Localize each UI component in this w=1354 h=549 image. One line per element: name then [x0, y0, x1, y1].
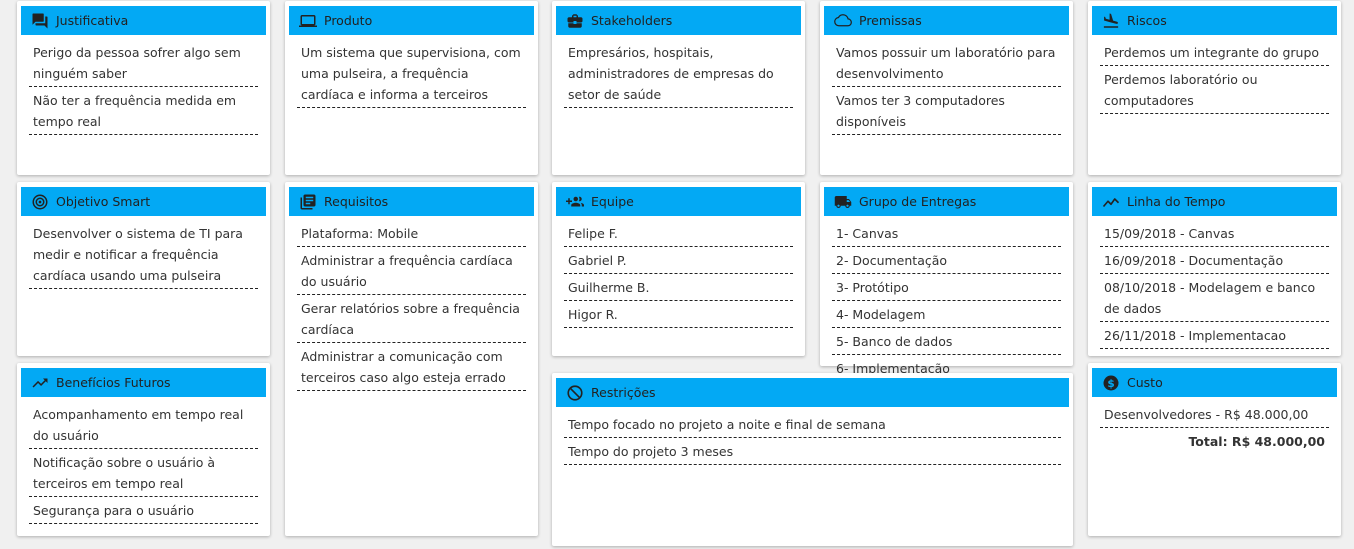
list-item: Notificação sobre o usuário à terceiros … [29, 449, 258, 497]
card-header: Stakeholders [556, 6, 801, 35]
list-item: 4- Modelagem [832, 301, 1061, 328]
list-item: Gabriel P. [564, 247, 793, 274]
card-riscos: Riscos Perdemos um integrante do grupo P… [1088, 1, 1341, 175]
cost-total: Total: R$ 48.000,00 [1188, 434, 1325, 449]
card-equipe: Equipe Felipe F. Gabriel P. Guilherme B.… [552, 182, 805, 356]
card-title: Premissas [859, 13, 922, 28]
list-item: Guilherme B. [564, 274, 793, 301]
card-title: Stakeholders [591, 13, 673, 28]
list-item: 26/11/2018 - Implementacao [1100, 322, 1329, 349]
dollar-coin-icon: $ [1103, 375, 1119, 390]
timeline-icon [1102, 197, 1120, 207]
list-item: Não ter a frequência medida em tempo rea… [29, 87, 258, 135]
card-header: Requisitos [289, 187, 534, 216]
list-item: Tempo focado no projeto a noite e final … [564, 411, 1061, 438]
card-header: Grupo de Entregas [824, 187, 1069, 216]
card-linha-do-tempo: Linha do Tempo 15/09/2018 - Canvas 16/09… [1088, 182, 1341, 356]
card-title: Objetivo Smart [56, 194, 151, 209]
list-item: 16/09/2018 - Documentação [1100, 247, 1329, 274]
list-item: Vamos possuir um laboratório para desenv… [832, 39, 1061, 87]
group-add-icon [566, 196, 584, 206]
list-item: Perdemos um integrante do grupo [1100, 39, 1329, 66]
list-item: Plataforma: Mobile [297, 220, 526, 247]
block-icon [567, 384, 583, 401]
list-item: Empresários, hospitais, administradores … [564, 39, 793, 108]
card-header: Premissas [824, 6, 1069, 35]
card-objetivo-smart: Objetivo Smart Desenvolver o sistema de … [17, 182, 270, 356]
card-stakeholders: Stakeholders Empresários, hospitais, adm… [552, 1, 805, 175]
card-header: Equipe [556, 187, 801, 216]
list-item: Vamos ter 3 computadores disponíveis [832, 87, 1061, 135]
card-title: Grupo de Entregas [859, 194, 977, 209]
list-item: Higor R. [564, 301, 793, 328]
list-item: 2- Documentação [832, 247, 1061, 274]
list-item: Um sistema que supervisiona, com uma pul… [297, 39, 526, 108]
list-item: Acompanhamento em tempo real do usuário [29, 401, 258, 449]
list-item: Desenvolver o sistema de TI para medir e… [29, 220, 258, 289]
card-title: Equipe [591, 194, 634, 209]
card-custo: $ Custo Desenvolvedores - R$ 48.000,00 T… [1088, 363, 1341, 536]
trending-up-icon [32, 378, 48, 387]
forum-icon [32, 13, 48, 28]
card-header: Riscos [1092, 6, 1337, 35]
list-item: Tempo do projeto 3 meses [564, 438, 1061, 465]
laptop-icon [299, 14, 317, 27]
list-item: Felipe F. [564, 220, 793, 247]
card-header: Justificativa [21, 6, 266, 35]
card-title: Custo [1127, 375, 1163, 390]
target-icon [32, 194, 48, 209]
list-item: Administrar a comunicação com terceiros … [297, 343, 526, 391]
card-header: Restrições [556, 378, 1069, 407]
list-item: 15/09/2018 - Canvas [1100, 220, 1329, 247]
card-title: Justificativa [56, 13, 129, 28]
card-title: Produto [324, 13, 373, 28]
list-icon [300, 194, 316, 209]
list-item: Segurança para o usuário [29, 497, 258, 524]
list-item: 1- Canvas [832, 220, 1061, 247]
list-item: 3- Protótipo [832, 274, 1061, 301]
cloud-icon [834, 13, 852, 26]
list-item: Desenvolvedores - R$ 48.000,00 [1100, 401, 1329, 428]
list-item: Administrar a frequência cardíaca do usu… [297, 247, 526, 295]
card-header: Produto [289, 6, 534, 35]
list-item: Perigo da pessoa sofrer algo sem ninguém… [29, 39, 258, 87]
card-title: Linha do Tempo [1127, 194, 1226, 209]
card-title: Benefícios Futuros [56, 375, 171, 390]
truck-icon [834, 195, 852, 208]
list-item: 5- Banco de dados [832, 328, 1061, 355]
briefcase-icon [567, 13, 583, 28]
card-header: $ Custo [1092, 368, 1337, 397]
list-item: Perdemos laboratório ou computadores [1100, 66, 1329, 114]
airplane-landing-icon [1103, 13, 1119, 28]
card-title: Riscos [1127, 13, 1167, 28]
card-beneficios-futuros: Benefícios Futuros Acompanhamento em tem… [17, 363, 270, 536]
svg-text:$: $ [1107, 377, 1114, 389]
card-header: Linha do Tempo [1092, 187, 1337, 216]
list-item: Gerar relatórios sobre a frequência card… [297, 295, 526, 343]
card-requisitos: Requisitos Plataforma: Mobile Administra… [285, 182, 538, 536]
card-premissas: Premissas Vamos possuir um laboratório p… [820, 1, 1073, 175]
list-item: 08/10/2018 - Modelagem e banco de dados [1100, 274, 1329, 322]
card-title: Restrições [591, 385, 656, 400]
card-title: Requisitos [324, 194, 389, 209]
card-grupo-de-entregas: Grupo de Entregas 1- Canvas 2- Documenta… [820, 182, 1073, 382]
card-justificativa: Justificativa Perigo da pessoa sofrer al… [17, 1, 270, 175]
card-header: Benefícios Futuros [21, 368, 266, 397]
card-header: Objetivo Smart [21, 187, 266, 216]
card-produto: Produto Um sistema que supervisiona, com… [285, 1, 538, 175]
card-restricoes: Restrições Tempo focado no projeto a noi… [552, 373, 1073, 546]
